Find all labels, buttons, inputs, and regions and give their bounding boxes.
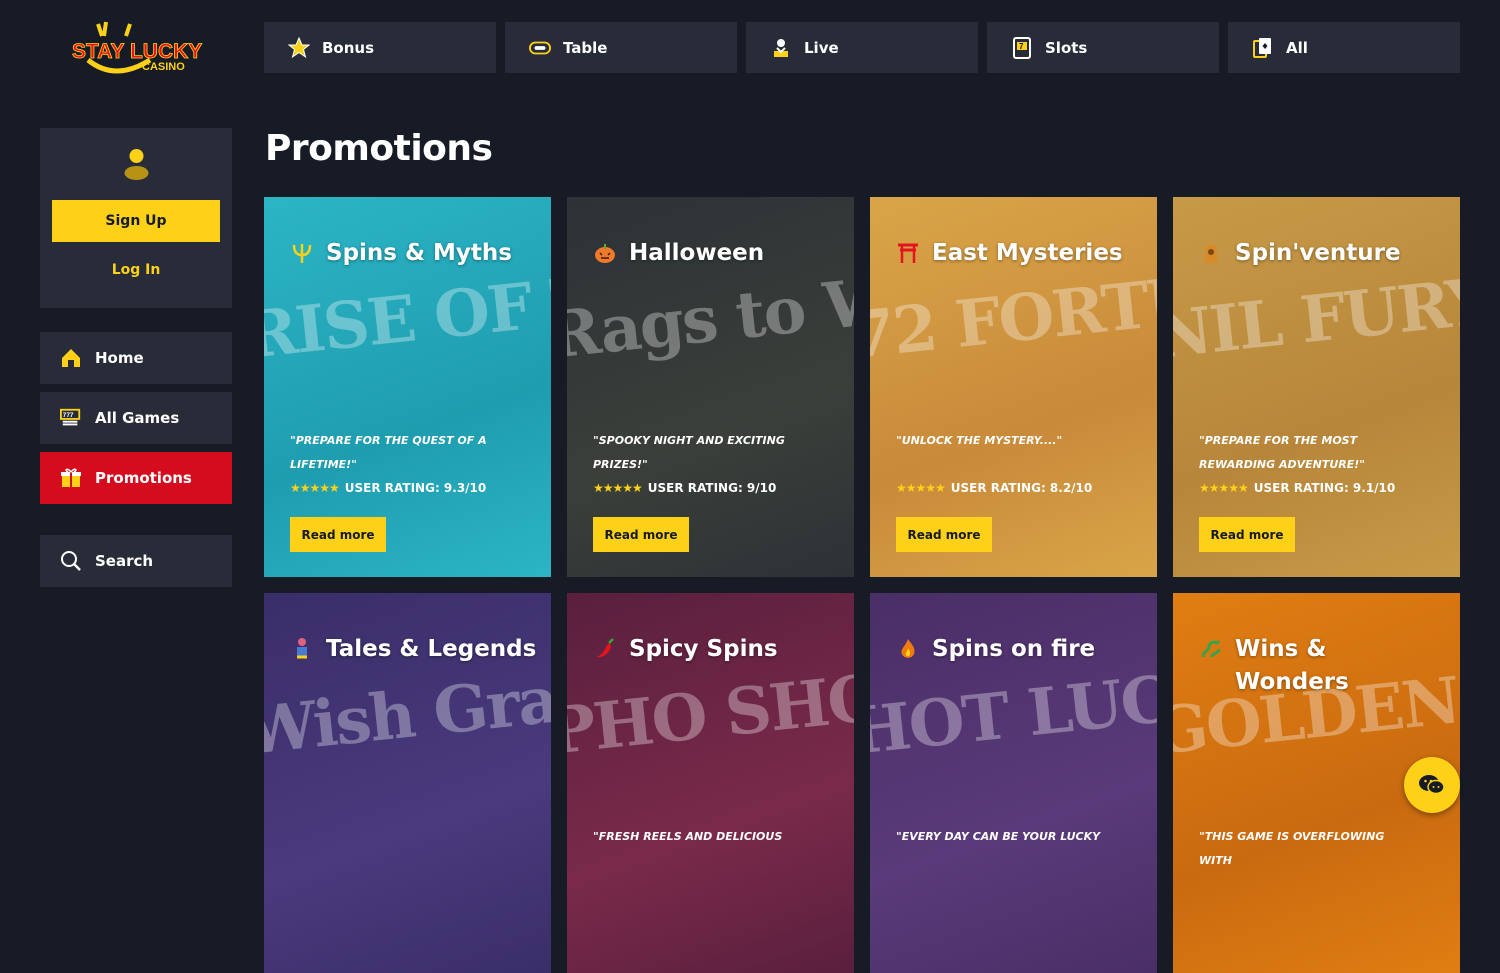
promo-card-title: Spin'venture	[1199, 237, 1446, 270]
promo-card-rating-text: USER RATING: 8.2/10	[950, 481, 1093, 495]
promo-card-title: Spins & Myths	[290, 237, 537, 270]
promo-card-title: Spins on fire	[896, 633, 1143, 666]
rating-stars-icon: ★★★★★	[593, 481, 643, 495]
sidebar-item-all-games-label: All Games	[95, 409, 180, 427]
sign-up-button[interactable]: Sign Up	[52, 200, 220, 242]
live-chat-button[interactable]	[1404, 757, 1460, 813]
sidebar-item-home[interactable]: Home	[40, 332, 232, 384]
promo-card-rating: ★★★★★ USER RATING: 8.2/10	[896, 481, 1092, 495]
star-hand-icon	[288, 36, 310, 59]
dealer-icon	[770, 37, 792, 59]
dragon-icon	[1199, 637, 1223, 661]
sidebar-item-search-label: Search	[95, 552, 154, 570]
promo-card[interactable]: NIL FURY SCARABSpin'venture"PREPARE FOR …	[1173, 197, 1460, 577]
promo-card-quote: "FRESH REELS AND DELICIOUS	[593, 830, 783, 843]
promo-card-title: East Mysteries	[896, 237, 1143, 270]
sidebar-item-home-label: Home	[95, 349, 144, 367]
promo-card-title: Wins & Wonders	[1199, 633, 1446, 699]
top-nav: Bonus Table Live 7 Slots All	[264, 22, 1460, 73]
promo-card[interactable]: HOT LUCKY 7Spins on fire"EVERY DAY CAN B…	[870, 593, 1157, 973]
home-icon	[60, 347, 82, 369]
chili-icon	[593, 637, 617, 661]
games-icon: 777	[60, 407, 82, 429]
search-icon	[60, 550, 82, 572]
page-title: Promotions	[265, 128, 493, 169]
promo-card-title: Tales & Legends	[290, 633, 537, 666]
chip-icon	[529, 37, 551, 59]
svg-text:7: 7	[1019, 42, 1024, 51]
stay-lucky-logo[interactable]: STAY LUCKY CASINO	[60, 20, 210, 76]
promo-card-title-text: Wins & Wonders	[1235, 636, 1349, 695]
nav-all[interactable]: All	[1228, 22, 1460, 73]
promo-card[interactable]: PHO SHO Spicy Spins "FRESH REELS AND DELIC…	[567, 593, 854, 973]
sidebar-item-search[interactable]: Search	[40, 535, 232, 587]
cards-icon	[1252, 37, 1274, 59]
promo-card-title-text: Spin'venture	[1235, 240, 1401, 266]
nav-slots[interactable]: 7 Slots	[987, 22, 1219, 73]
read-more-button[interactable]: Read more	[1199, 517, 1295, 552]
promo-card-title-text: Spins on fire	[932, 636, 1096, 662]
promo-card-quote: "THIS GAME IS OVERFLOWING WITH	[1199, 830, 1385, 867]
read-more-button[interactable]: Read more	[290, 517, 386, 552]
nav-table[interactable]: Table	[505, 22, 737, 73]
chat-bubbles-icon	[1419, 775, 1445, 795]
promo-card-title-text: Spicy Spins	[629, 636, 778, 662]
promo-card-quote: "PREPARE FOR THE QUEST OF A LIFETIME!"	[290, 434, 487, 471]
rating-stars-icon: ★★★★★	[1199, 481, 1249, 495]
promo-card[interactable]: 72 FORTUNES East Mysteries "UNLOCK THE MYS…	[870, 197, 1157, 577]
promo-card-rating: ★★★★★ USER RATING: 9/10	[593, 481, 776, 495]
sidebar-item-promotions[interactable]: Promotions	[40, 452, 232, 504]
slot-machine-icon: 7	[1011, 36, 1033, 59]
genie-icon	[290, 637, 314, 661]
nav-live-label: Live	[804, 38, 839, 57]
nav-table-label: Table	[563, 38, 608, 57]
svg-text:777: 777	[63, 412, 74, 419]
flame-icon	[896, 637, 920, 661]
pharaoh-icon	[1199, 241, 1223, 265]
logo-wordmark: STAY LUCKY	[72, 40, 202, 63]
promo-card-quote: "PREPARE FOR THE MOST REWARDING ADVENTUR…	[1199, 434, 1366, 471]
promo-card-title-text: East Mysteries	[932, 240, 1123, 266]
promo-card-quote: "EVERY DAY CAN BE YOUR LUCKY	[896, 830, 1101, 843]
promo-card-rating-text: USER RATING: 9/10	[647, 481, 777, 495]
promo-card-rating-text: USER RATING: 9.1/10	[1253, 481, 1396, 495]
rating-stars-icon: ★★★★★	[896, 481, 946, 495]
sidebar-item-all-games[interactable]: 777 All Games	[40, 392, 232, 444]
promo-card-title-text: Tales & Legends	[326, 636, 537, 662]
promo-card-rating: ★★★★★ USER RATING: 9.3/10	[290, 481, 486, 495]
log-in-link[interactable]: Log In	[40, 262, 232, 278]
nav-all-label: All	[1286, 38, 1308, 57]
promo-card-title: Halloween	[593, 237, 840, 270]
read-more-button[interactable]: Read more	[593, 517, 689, 552]
promo-card[interactable]: RISE OF TRITON Spins & Myths "PREPARE FOR …	[264, 197, 551, 577]
promo-card-title-text: Halloween	[629, 240, 765, 266]
user-avatar-icon	[124, 148, 149, 180]
promo-card[interactable]: Wish Granted Tales & Legends	[264, 593, 551, 973]
logo-subtitle: CASINO	[142, 61, 185, 73]
promo-card-rating: ★★★★★ USER RATING: 9.1/10	[1199, 481, 1395, 495]
promo-card[interactable]: Rags to Witches Halloween "SPOOKY NIGHT AN…	[567, 197, 854, 577]
nav-bonus-label: Bonus	[322, 38, 375, 57]
gift-icon	[60, 467, 82, 489]
torii-gate-icon	[896, 241, 920, 265]
promo-card-quote: "UNLOCK THE MYSTERY...."	[896, 434, 1063, 447]
promo-card-title: Spicy Spins	[593, 633, 840, 666]
nav-live[interactable]: Live	[746, 22, 978, 73]
read-more-button[interactable]: Read more	[896, 517, 992, 552]
sidebar-item-promotions-label: Promotions	[95, 469, 192, 487]
pumpkin-icon	[593, 241, 617, 265]
promo-card-rating-text: USER RATING: 9.3/10	[344, 481, 487, 495]
trident-icon	[290, 241, 314, 265]
promo-card-quote: "SPOOKY NIGHT AND EXCITING PRIZES!"	[593, 434, 785, 471]
nav-bonus[interactable]: Bonus	[264, 22, 496, 73]
rating-stars-icon: ★★★★★	[290, 481, 340, 495]
account-panel: Sign Up Log In	[40, 128, 232, 308]
nav-slots-label: Slots	[1045, 38, 1088, 57]
promo-card-title-text: Spins & Myths	[326, 240, 512, 266]
